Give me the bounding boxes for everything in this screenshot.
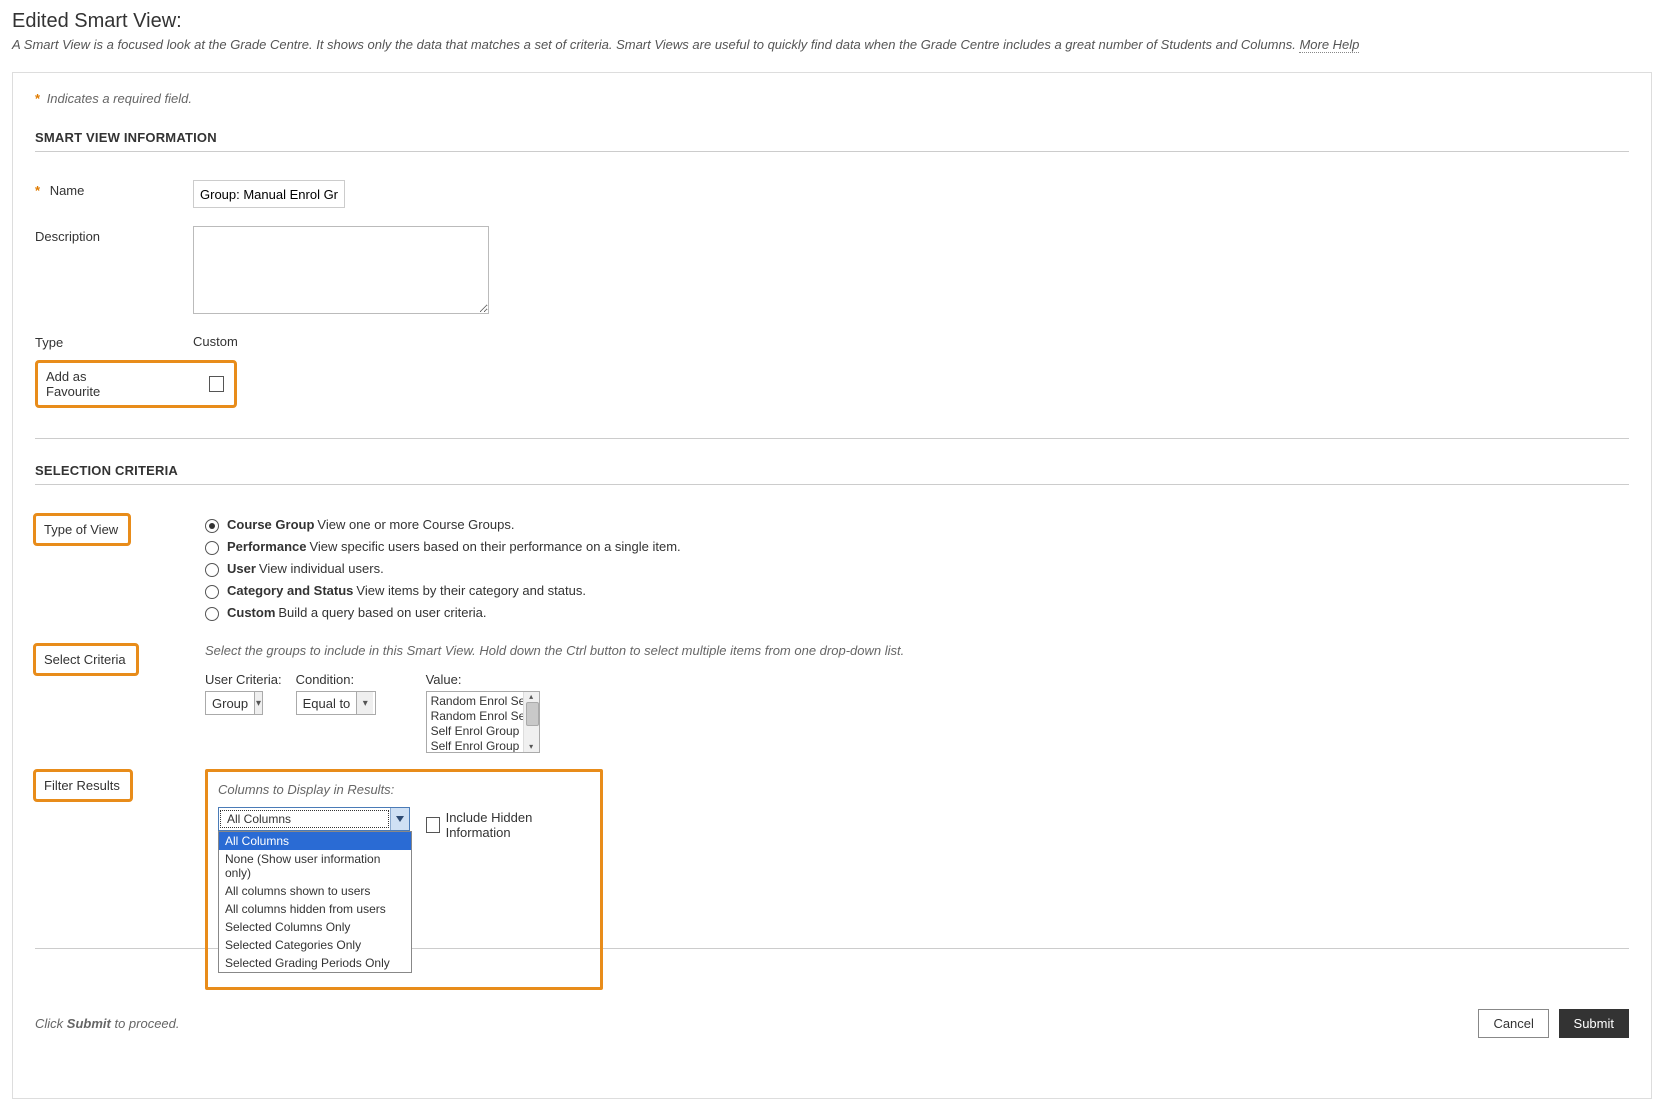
view-options-group: Course GroupView one or more Course Grou… [205, 513, 681, 627]
scroll-up-icon[interactable]: ▴ [529, 692, 533, 702]
required-field-note: * Indicates a required field. [35, 91, 1629, 106]
description-label: Description [35, 226, 193, 244]
section-header-info: SMART VIEW INFORMATION [35, 130, 1629, 152]
chevron-down-icon: ▾ [356, 692, 373, 714]
page-title: Edited Smart View: [12, 10, 1652, 33]
name-label: * Name [35, 180, 193, 198]
scrollbar[interactable]: ▴ ▾ [523, 692, 539, 752]
radio-bold: Course Group [227, 517, 314, 532]
dropdown-option[interactable]: Selected Categories Only [219, 936, 411, 954]
scroll-down-icon[interactable]: ▾ [529, 742, 533, 752]
favourite-checkbox[interactable] [209, 376, 224, 392]
radio-custom[interactable]: CustomBuild a query based on user criter… [205, 605, 681, 621]
radio-icon [205, 519, 219, 533]
radio-bold: Custom [227, 605, 275, 620]
condition-select[interactable]: Equal to ▾ [296, 691, 376, 715]
name-input[interactable] [193, 180, 345, 208]
value-header: Value: [426, 672, 540, 687]
type-value: Custom [193, 332, 238, 349]
required-note-text: Indicates a required field. [47, 91, 192, 106]
filter-results-label: Filter Results [44, 778, 120, 793]
section-header-criteria: SELECTION CRITERIA [35, 463, 1629, 485]
columns-to-display-label: Columns to Display in Results: [218, 782, 574, 797]
radio-text: Build a query based on user criteria. [278, 605, 486, 620]
type-of-view-label: Type of View [44, 522, 118, 537]
dropdown-text: All Columns [220, 810, 389, 828]
favourite-label: Add as Favourite [46, 369, 141, 399]
cancel-button[interactable]: Cancel [1478, 1009, 1548, 1038]
description-textarea[interactable] [193, 226, 489, 314]
radio-bold: Performance [227, 539, 306, 554]
value-listbox[interactable]: Random Enrol Set 1 Random Enrol Set 2 Se… [426, 691, 540, 753]
select-text: Equal to [297, 696, 357, 711]
radio-text: View individual users. [259, 561, 384, 576]
type-label: Type [35, 332, 193, 350]
required-star-icon: * [35, 183, 40, 198]
submit-note-bold: Submit [67, 1016, 111, 1031]
chevron-down-icon: ▾ [254, 692, 262, 714]
radio-icon [205, 563, 219, 577]
dropdown-option[interactable]: None (Show user information only) [219, 850, 411, 882]
dropdown-option[interactable]: Selected Grading Periods Only [219, 954, 411, 972]
submit-note-pre: Click [35, 1016, 67, 1031]
radio-user[interactable]: UserView individual users. [205, 561, 681, 577]
page-description-text: A Smart View is a focused look at the Gr… [12, 37, 1299, 52]
type-of-view-highlight: Type of View [33, 513, 131, 546]
include-hidden-label: Include Hidden Information [446, 810, 574, 840]
select-criteria-highlight: Select Criteria [33, 643, 139, 676]
radio-performance[interactable]: PerformanceView specific users based on … [205, 539, 681, 555]
radio-icon [205, 585, 219, 599]
radio-icon [205, 541, 219, 555]
required-star-icon: * [35, 91, 40, 106]
main-panel: * Indicates a required field. SMART VIEW… [12, 72, 1652, 1099]
columns-dropdown[interactable]: All Columns [218, 807, 410, 831]
dropdown-option[interactable]: All columns shown to users [219, 882, 411, 900]
radio-bold: Category and Status [227, 583, 353, 598]
submit-note-post: to proceed. [111, 1016, 180, 1031]
select-criteria-label: Select Criteria [44, 652, 126, 667]
radio-icon [205, 607, 219, 621]
radio-text: View specific users based on their perfo… [309, 539, 680, 554]
filter-results-panel-highlight: Columns to Display in Results: All Colum… [205, 769, 603, 990]
radio-bold: User [227, 561, 256, 576]
dropdown-option[interactable]: All columns hidden from users [219, 900, 411, 918]
page-description: A Smart View is a focused look at the Gr… [12, 37, 1652, 52]
favourite-highlight: Add as Favourite [35, 360, 237, 408]
radio-category-status[interactable]: Category and StatusView items by their c… [205, 583, 681, 599]
chevron-down-icon [390, 808, 409, 830]
select-text: Group [206, 696, 254, 711]
submit-button[interactable]: Submit [1559, 1009, 1629, 1038]
condition-header: Condition: [296, 672, 376, 687]
dropdown-option[interactable]: All Columns [219, 832, 411, 850]
more-help-link[interactable]: More Help [1299, 37, 1359, 53]
user-criteria-header: User Criteria: [205, 672, 282, 687]
select-criteria-hint: Select the groups to include in this Sma… [205, 643, 1629, 658]
name-label-text: Name [50, 183, 85, 198]
radio-text: View one or more Course Groups. [317, 517, 514, 532]
radio-text: View items by their category and status. [356, 583, 586, 598]
dropdown-option[interactable]: Selected Columns Only [219, 918, 411, 936]
filter-results-highlight: Filter Results [33, 769, 133, 802]
radio-course-group[interactable]: Course GroupView one or more Course Grou… [205, 517, 681, 533]
columns-dropdown-list: All Columns None (Show user information … [218, 831, 412, 973]
include-hidden-checkbox[interactable] [426, 817, 440, 833]
submit-note: Click Submit to proceed. [35, 1016, 180, 1031]
scroll-thumb[interactable] [526, 702, 539, 726]
user-criteria-select[interactable]: Group ▾ [205, 691, 263, 715]
